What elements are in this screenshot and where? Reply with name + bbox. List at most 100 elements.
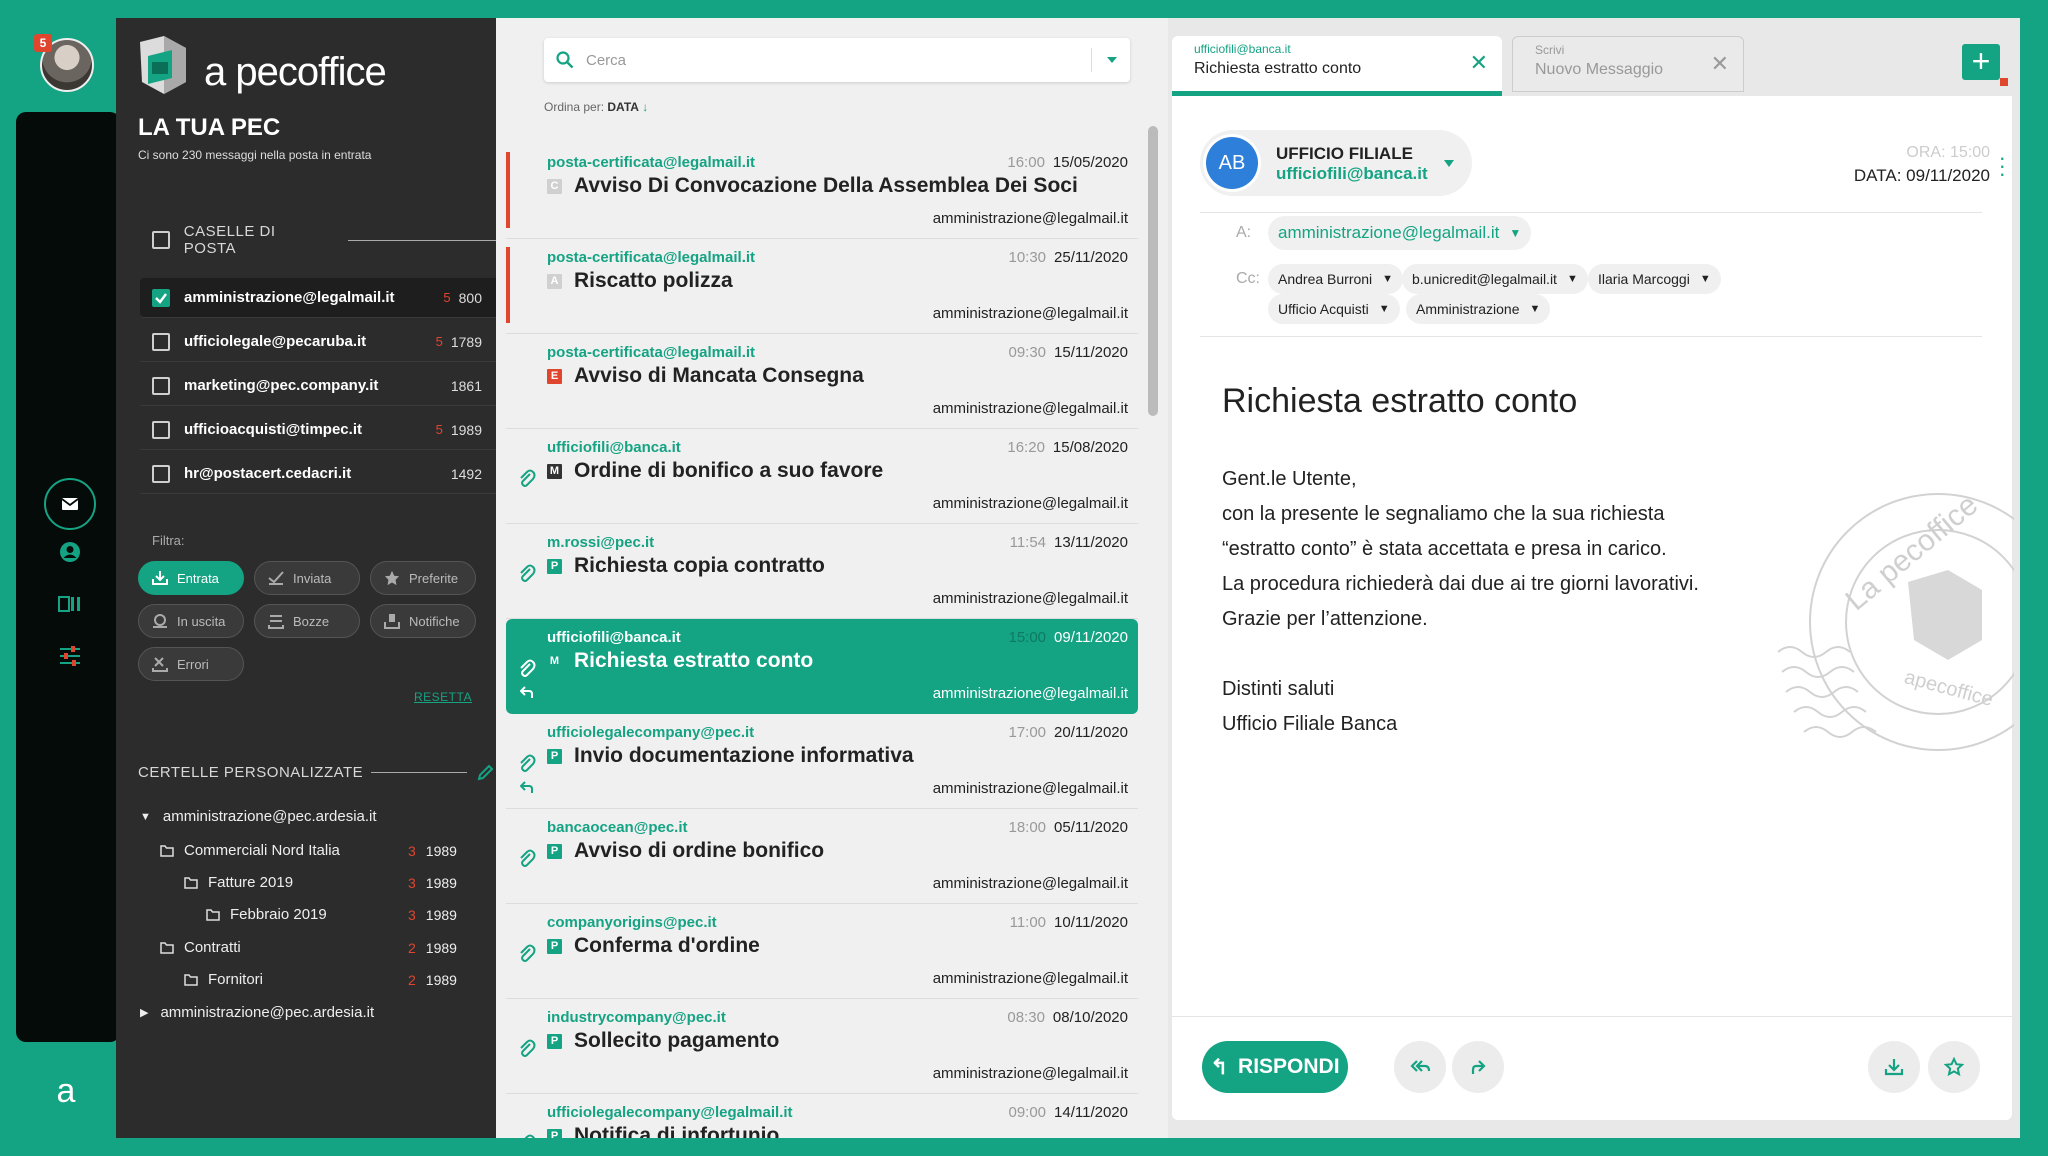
message-row[interactable]: posta-certificata@legalmail.it 16:00 15/05… bbox=[506, 144, 1138, 239]
folder-tree-item[interactable]: Febbraio 2019 bbox=[206, 906, 327, 923]
message-time: 10:30 bbox=[1008, 249, 1047, 266]
folder-tree-item[interactable]: Fornitori bbox=[184, 971, 263, 988]
folder-icon bbox=[184, 876, 198, 889]
message-row[interactable]: posta-certificata@legalmail.it 10:30 25/11… bbox=[506, 239, 1138, 334]
message-row[interactable]: ufficiolegalecompany@pec.it 17:00 20/11/20… bbox=[506, 714, 1138, 809]
cc-chip[interactable]: Ufficio Acquisti ▼ bbox=[1268, 294, 1400, 324]
forward-icon bbox=[1471, 1060, 1486, 1074]
edit-pencil-icon[interactable] bbox=[477, 763, 495, 781]
folder-tree-item[interactable]: ▶ amministrazione@pec.ardesia.it bbox=[140, 1004, 374, 1021]
mailbox-checkbox[interactable] bbox=[152, 288, 170, 307]
to-label: A: bbox=[1236, 224, 1252, 241]
mailbox-unread: 5 bbox=[435, 422, 443, 437]
urgent-marker bbox=[506, 152, 510, 228]
mailbox-item[interactable]: hr@postacert.cedacri.it 1492 bbox=[140, 454, 500, 494]
close-icon[interactable]: ✕ bbox=[1711, 51, 1729, 77]
cc-chip[interactable]: Ilaria Marcoggi ▼ bbox=[1588, 264, 1721, 294]
message-row[interactable]: companyorigins@pec.it 11:00 10/11/2020 P Con… bbox=[506, 904, 1138, 999]
cc-name: Amministrazione bbox=[1416, 301, 1520, 317]
folder-tree-item[interactable]: Contratti bbox=[160, 939, 241, 956]
message-row[interactable]: ufficiolegalecompany@legalmail.it 09:00 14… bbox=[506, 1094, 1138, 1138]
message-date: 13/11/2020 bbox=[1054, 534, 1128, 551]
filter-preferite[interactable]: Preferite bbox=[370, 561, 476, 595]
cc-chip[interactable]: Amministrazione ▼ bbox=[1406, 294, 1551, 324]
sort-control[interactable]: Ordina per: DATA ↓ bbox=[544, 100, 648, 114]
message-row[interactable]: ufficiofili@banca.it 16:20 15/08/2020 M Ordi… bbox=[506, 429, 1138, 524]
tab-new-message[interactable]: Scrivi Nuovo Messaggio ✕ bbox=[1512, 36, 1744, 92]
forward-button[interactable] bbox=[1452, 1041, 1504, 1093]
mailbox-item[interactable]: ufficiolegale@pecaruba.it 5 1789 bbox=[140, 322, 500, 362]
close-icon[interactable]: ✕ bbox=[1470, 50, 1488, 76]
more-options-icon[interactable]: · · · bbox=[1999, 147, 2006, 185]
search-input[interactable]: Cerca bbox=[586, 52, 626, 69]
message-subject-text: Riscatto polizza bbox=[574, 269, 733, 292]
filter-notifiche[interactable]: Notifiche bbox=[370, 604, 476, 638]
user-icon[interactable] bbox=[50, 532, 90, 572]
message-to: amministrazione@legalmail.it bbox=[932, 400, 1128, 417]
contacts-icon[interactable] bbox=[50, 584, 90, 624]
collapsed-arrow-icon[interactable]: ▶ bbox=[140, 1006, 148, 1019]
folder-icon bbox=[184, 973, 198, 986]
filter-entrata[interactable]: Entrata bbox=[138, 561, 244, 595]
recipient-chip[interactable]: amministrazione@legalmail.it ▼ bbox=[1268, 216, 1532, 250]
filter-preferite-label: Preferite bbox=[409, 570, 459, 586]
message-row[interactable]: m.rossi@pec.it 11:54 13/11/2020 P Richiesta … bbox=[506, 524, 1138, 619]
scrollbar[interactable] bbox=[1148, 126, 1158, 416]
select-all-checkbox[interactable] bbox=[152, 231, 170, 249]
mailbox-checkbox[interactable] bbox=[152, 332, 170, 351]
reply-all-button[interactable] bbox=[1394, 1041, 1446, 1093]
stamp-text-2: apecoffice bbox=[1902, 666, 1995, 711]
message-time: 17:00 bbox=[1008, 724, 1047, 741]
chevron-down-icon[interactable] bbox=[1106, 56, 1118, 64]
folder-tree-item[interactable]: ▼ amministrazione@pec.ardesia.it bbox=[140, 808, 377, 825]
attachment-icon bbox=[520, 469, 536, 487]
filter-bozze[interactable]: Bozze bbox=[254, 604, 360, 638]
search-box[interactable]: Cerca bbox=[544, 38, 1130, 82]
mail-icon[interactable] bbox=[44, 478, 96, 530]
reset-filters-link[interactable]: RESETTA bbox=[414, 690, 472, 704]
folder-name: Fatture 2019 bbox=[208, 874, 294, 891]
mailbox-checkbox[interactable] bbox=[152, 464, 170, 483]
folder-tree-item[interactable]: Fatture 2019 bbox=[184, 874, 293, 891]
message-date: 08/10/2020 bbox=[1052, 1009, 1128, 1026]
message-subject: M Ordine di bonifico a suo favore bbox=[547, 459, 883, 483]
cc-chip[interactable]: Andrea Burroni ▼ bbox=[1268, 264, 1404, 294]
sender-name: UFFICIO FILIALE bbox=[1276, 144, 1413, 163]
cc-chip[interactable]: b.unicredit@legalmail.it ▼ bbox=[1402, 264, 1588, 294]
cc-name: Ilaria Marcoggi bbox=[1598, 271, 1690, 287]
attachment-icon bbox=[520, 944, 536, 962]
message-row[interactable]: bancaocean@pec.it 18:00 05/11/2020 P Avviso … bbox=[506, 809, 1138, 904]
settings-sliders-icon[interactable] bbox=[50, 636, 90, 676]
message-from: bancaocean@pec.it bbox=[547, 819, 688, 836]
folder-tree-item[interactable]: Commerciali Nord Italia bbox=[160, 842, 340, 859]
status-dot bbox=[2000, 78, 2008, 86]
expanded-arrow-icon[interactable]: ▼ bbox=[140, 811, 151, 823]
reply-button[interactable]: ↰ RISPONDI bbox=[1202, 1041, 1348, 1093]
message-row[interactable]: industrycompany@pec.it 08:30 08/10/2020 P So… bbox=[506, 999, 1138, 1094]
mailbox-item[interactable]: ufficioacquisti@timpec.it 5 1989 bbox=[140, 410, 500, 450]
app-logo-icon[interactable]: a bbox=[46, 1072, 86, 1112]
message-row[interactable]: posta-certificata@legalmail.it 09:30 15/11… bbox=[506, 334, 1138, 429]
new-tab-button[interactable]: + bbox=[1962, 44, 2000, 80]
mailbox-count: 1989 bbox=[450, 421, 482, 438]
message-date: 15/05/2020 bbox=[1052, 154, 1128, 171]
download-button[interactable] bbox=[1868, 1041, 1920, 1093]
message-subject: P Richiesta copia contratto bbox=[547, 554, 825, 578]
favorite-button[interactable] bbox=[1928, 1041, 1980, 1093]
urgent-marker bbox=[506, 247, 510, 323]
mailbox-item[interactable]: marketing@pec.company.it 1861 bbox=[140, 366, 500, 406]
mailbox-checkbox[interactable] bbox=[152, 420, 170, 439]
filter-inviata[interactable]: Inviata bbox=[254, 561, 360, 595]
sender-chip[interactable]: AB UFFICIO FILIALE ufficiofili@banca.it bbox=[1200, 130, 1472, 196]
page-title: LA TUA PEC bbox=[138, 114, 281, 141]
tab-open-message[interactable]: ufficiofili@banca.it Richiesta estratto … bbox=[1172, 36, 1502, 96]
message-from: ufficiolegalecompany@legalmail.it bbox=[547, 1104, 793, 1121]
mailbox-checkbox[interactable] bbox=[152, 376, 170, 395]
message-row[interactable]: ufficiofili@banca.it 15:00 09/11/2020 M Rich… bbox=[506, 619, 1138, 714]
filter-errori[interactable]: Errori bbox=[138, 647, 244, 681]
message-time: 18:00 bbox=[1008, 819, 1047, 836]
mailbox-count: 1861 bbox=[450, 377, 482, 394]
mailbox-item[interactable]: amministrazione@legalmail.it 5 800 bbox=[140, 278, 500, 318]
filter-in-uscita-label: In uscita bbox=[177, 613, 226, 629]
filter-in-uscita[interactable]: In uscita bbox=[138, 604, 244, 638]
